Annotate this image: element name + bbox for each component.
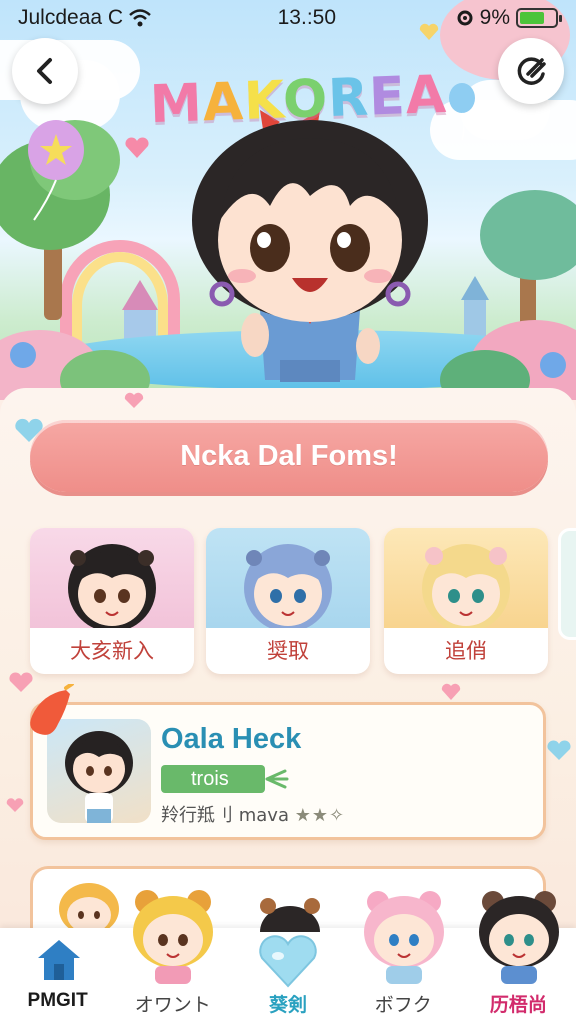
character-card[interactable]: 奨取: [206, 528, 370, 674]
heart-icon: [6, 798, 24, 812]
settings-icon: [457, 10, 473, 26]
character-icon: [133, 890, 214, 984]
balloon: [28, 120, 84, 221]
refresh-button[interactable]: [498, 38, 564, 104]
card-peek[interactable]: [558, 528, 576, 640]
character-card[interactable]: 追俏: [384, 528, 548, 674]
character-portrait: [68, 544, 156, 628]
nav-item-heart[interactable]: 葵剣: [230, 898, 345, 1024]
heart-icon: [441, 683, 461, 700]
sparkle-icon: [30, 684, 74, 735]
carrier-name: Julcdeaa C: [18, 6, 124, 29]
meta-text: 羚行羝刂 mava: [161, 805, 289, 826]
character-portrait: [422, 544, 510, 628]
battery-fill: [520, 12, 544, 24]
refresh-icon: [517, 57, 546, 85]
card-label: 大亥新入: [70, 639, 154, 663]
status-bar: Julcdeaa C 13.:50 9%: [0, 0, 576, 36]
nav-item-character-4[interactable]: ボフク: [346, 891, 461, 1024]
character-icon: [363, 891, 444, 984]
character-icon: [260, 898, 321, 932]
character-card[interactable]: 大亥新入: [30, 528, 194, 674]
featured-tag: trois: [161, 765, 265, 793]
flower: [10, 342, 36, 368]
wifi-icon: [129, 9, 151, 27]
carrier-area: Julcdeaa C: [18, 6, 188, 30]
battery-icon: [516, 8, 562, 28]
home-icon: [38, 940, 80, 980]
card-art: [206, 528, 370, 628]
chevron-left-icon: [37, 58, 52, 84]
battery-percent: 9%: [479, 6, 510, 29]
logo-text: MAKOREA: [149, 64, 448, 136]
card-label: 追俏: [445, 639, 487, 663]
back-button[interactable]: [12, 38, 78, 104]
rating-stars: ★★✧: [294, 805, 346, 826]
featured-card[interactable]: Oala Heck trois 羚行羝刂 mava ★★✧: [30, 702, 546, 840]
tree: [480, 190, 576, 280]
leaf-icon: [265, 769, 289, 789]
main-character: [192, 110, 428, 382]
featured-title: Oala Heck: [161, 723, 302, 755]
featured-meta: 羚行羝刂 mava ★★✧: [161, 801, 345, 827]
clock: 13.:50: [277, 6, 337, 29]
character-portrait: [244, 544, 332, 628]
nav-label: ボフク: [374, 994, 432, 1016]
character-portrait: [59, 883, 119, 935]
heart-icon: [125, 137, 149, 158]
nav-label: 历梧尚: [489, 994, 547, 1016]
nav-label: オワント: [134, 994, 211, 1016]
card-label: 奨取: [267, 639, 309, 663]
bottom-nav: PMGIT オワント 葵剣 ボフク 历梧尚: [0, 890, 576, 1024]
status-right: 9%: [456, 6, 562, 30]
game-logo: MAKOREA: [149, 65, 448, 135]
nav-item-character-5[interactable]: 历梧尚: [461, 891, 576, 1024]
character-icon: [478, 891, 559, 984]
heart-icon: [124, 392, 144, 408]
castle: [461, 276, 489, 336]
cta-button[interactable]: Ncka Dal Foms!: [30, 420, 548, 492]
flower: [540, 352, 566, 378]
hero-illustration: MAKOREA: [0, 0, 576, 400]
card-art: [30, 528, 194, 628]
nav-label: 葵剣: [269, 994, 308, 1016]
nav-label: PMGIT: [27, 990, 88, 1011]
heart-icon: [547, 740, 571, 760]
nav-item-home[interactable]: PMGIT: [0, 928, 115, 1024]
card-art: [384, 528, 548, 628]
nav-item-character-2[interactable]: オワント: [115, 890, 230, 1024]
heart-icon: [259, 935, 318, 988]
